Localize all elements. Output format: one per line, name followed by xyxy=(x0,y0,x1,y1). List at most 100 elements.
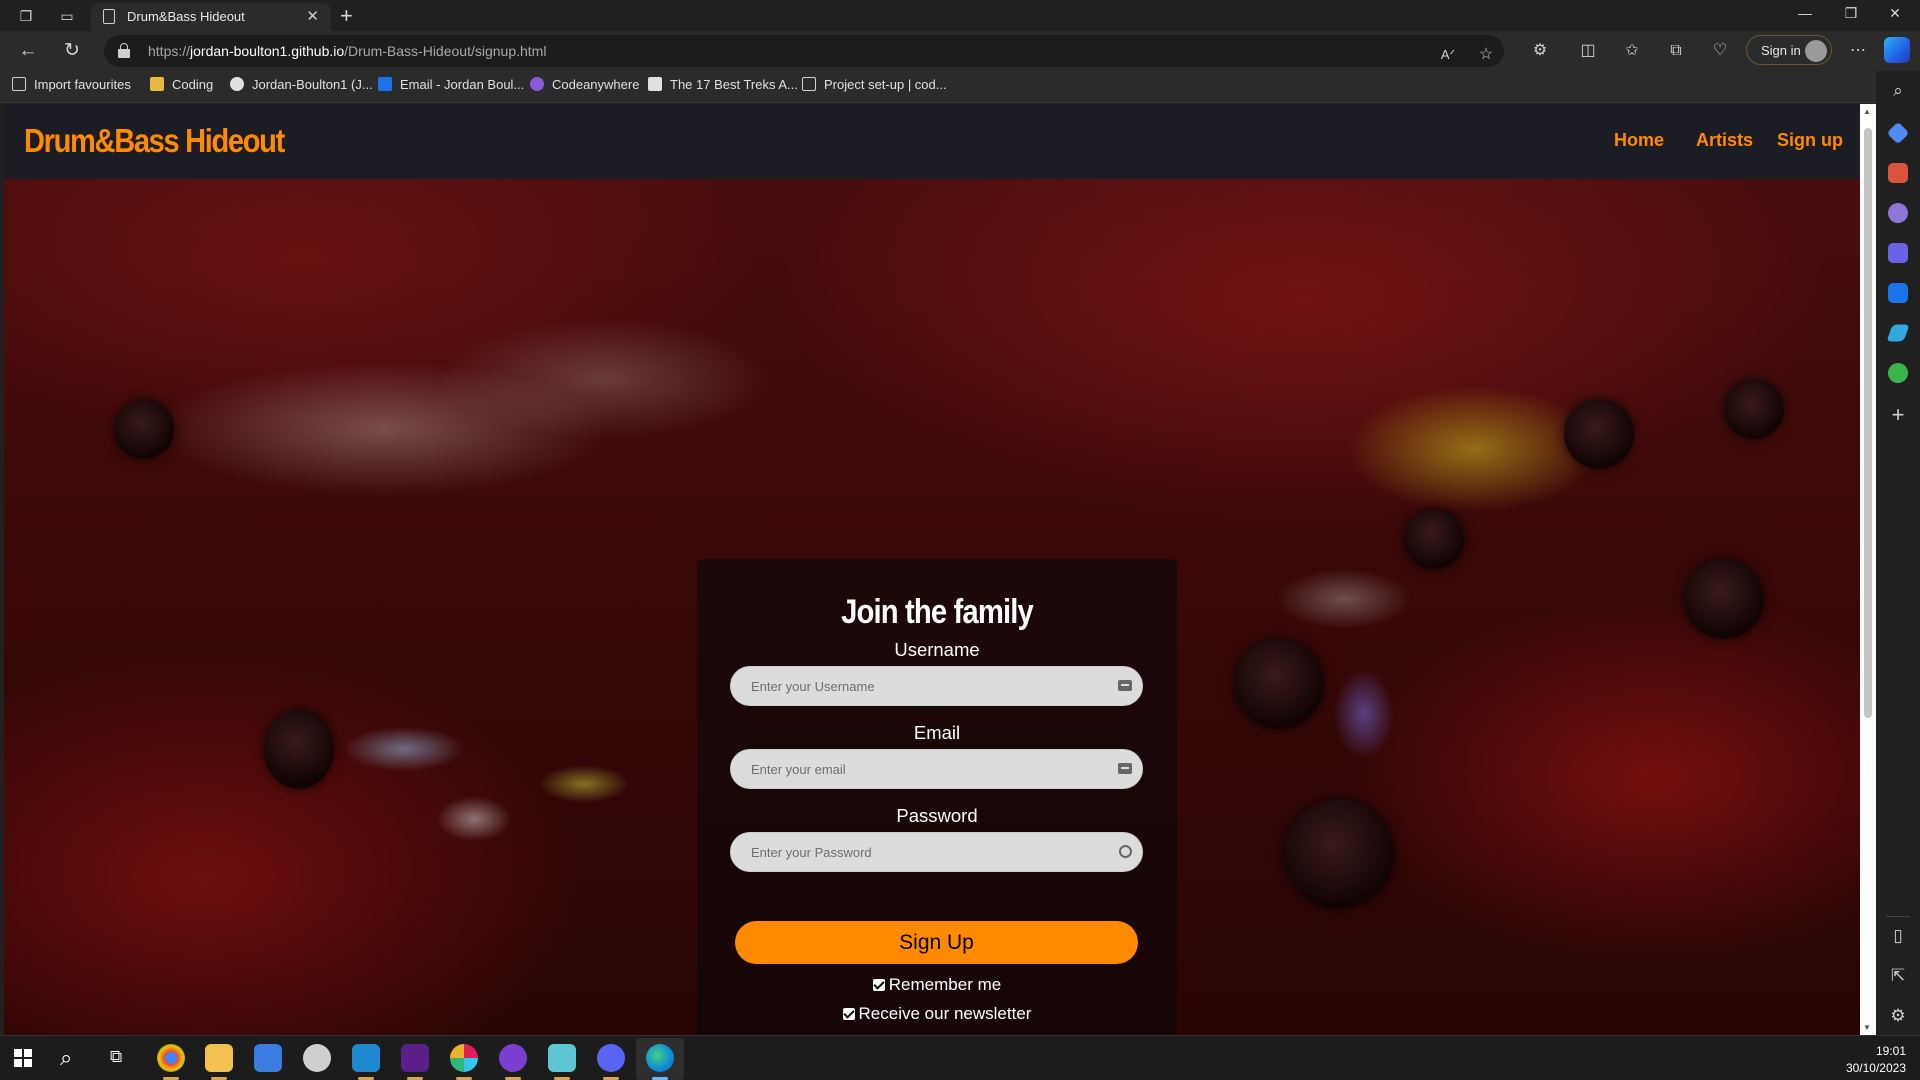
games-icon[interactable] xyxy=(1888,203,1908,223)
scrollbar-thumb[interactable] xyxy=(1864,128,1872,718)
copilot-icon[interactable] xyxy=(1884,37,1910,63)
fav-github[interactable]: Jordan-Boulton1 (J... xyxy=(230,77,373,97)
site-logo[interactable]: Drum&Bass Hideout xyxy=(24,122,285,160)
settings-gear-icon[interactable]: ⚙ xyxy=(1888,1006,1908,1026)
avatar xyxy=(1805,40,1827,62)
address-bar[interactable]: https://jordan-boulton1.github.io/Drum-B… xyxy=(104,35,1504,67)
lock-icon[interactable] xyxy=(118,43,130,58)
windows-start-icon[interactable] xyxy=(14,1049,32,1067)
minimize-icon[interactable]: — xyxy=(1790,5,1820,21)
more-options-icon[interactable]: ⋯ xyxy=(1846,39,1870,63)
autofill-icon[interactable] xyxy=(1118,680,1132,691)
discord-icon[interactable] xyxy=(597,1044,625,1072)
back-icon[interactable]: ← xyxy=(16,39,40,63)
close-window-icon[interactable]: ✕ xyxy=(1880,5,1910,22)
fav-email[interactable]: Email - Jordan Boul... xyxy=(378,77,524,97)
add-icon[interactable]: + xyxy=(1888,404,1908,426)
tools-icon[interactable] xyxy=(1888,163,1908,183)
restore-icon[interactable]: ❐ xyxy=(1836,5,1866,22)
microsoft-store-icon[interactable] xyxy=(254,1044,282,1072)
extensions-icon[interactable]: ⚙ xyxy=(1528,39,1552,63)
newsletter-label[interactable]: Receive our newsletter xyxy=(859,1004,1032,1023)
tab-actions-icon[interactable]: ▭ xyxy=(57,6,77,26)
clock-date: 30/10/2023 xyxy=(1845,1061,1906,1075)
copilot-sidebar-icon[interactable] xyxy=(1888,243,1908,263)
password-input[interactable] xyxy=(731,833,1101,871)
edge-icon[interactable] xyxy=(646,1044,674,1072)
favourites-bar: Import favourites Coding Jordan-Boulton1… xyxy=(0,71,1920,103)
chrome-icon[interactable] xyxy=(157,1044,185,1072)
mixer-knob xyxy=(1564,399,1634,469)
folder-icon xyxy=(150,77,164,91)
nav-sign-up[interactable]: Sign up xyxy=(1777,130,1843,151)
mixer-knob xyxy=(1284,799,1394,909)
system-clock[interactable]: 19:01 30/10/2023 xyxy=(1846,1043,1906,1077)
task-view-icon[interactable]: ⧉ xyxy=(110,1047,122,1067)
mixer-knob xyxy=(1234,639,1324,729)
email-input[interactable] xyxy=(731,750,1101,788)
app-icon[interactable] xyxy=(303,1044,331,1072)
mixer-knob xyxy=(1724,379,1784,439)
fav-codeanywhere[interactable]: Codeanywhere xyxy=(530,77,639,97)
form-title: Join the family xyxy=(841,593,1034,631)
newsletter-checkbox[interactable] xyxy=(842,1008,855,1020)
remember-me-checkbox[interactable] xyxy=(872,979,885,991)
import-icon xyxy=(12,77,26,91)
read-aloud-icon[interactable]: Aᐟ xyxy=(1436,43,1460,67)
notepad-icon[interactable] xyxy=(548,1044,576,1072)
workspaces-icon[interactable]: ❐ xyxy=(16,6,36,26)
page-viewport: Drum&Bass Hideout Home Artists Sign up J… xyxy=(4,104,1860,1035)
collections-icon[interactable]: ⧉ xyxy=(1664,39,1688,63)
username-field-wrapper xyxy=(730,666,1143,706)
file-explorer-icon[interactable] xyxy=(205,1044,233,1072)
remember-me-row: Remember me xyxy=(697,975,1177,995)
email-label: Email xyxy=(913,722,961,743)
profile-sign-in-button[interactable]: Sign in xyxy=(1746,35,1832,65)
open-external-icon[interactable]: ⇱ xyxy=(1888,966,1908,986)
sign-up-button[interactable]: Sign Up xyxy=(735,921,1138,964)
search-icon[interactable]: ⌕ xyxy=(1888,81,1908,101)
slack-icon[interactable] xyxy=(450,1044,478,1072)
github-icon xyxy=(230,77,244,91)
fav-best-treks[interactable]: The 17 Best Treks A... xyxy=(648,77,798,97)
split-screen-icon[interactable]: ◫ xyxy=(1576,39,1600,63)
mixer-knob xyxy=(1404,509,1464,569)
password-key-icon[interactable] xyxy=(1119,845,1132,858)
shopping-tag-icon[interactable] xyxy=(1886,121,1910,145)
browser-essentials-icon[interactable]: ♡ xyxy=(1708,39,1732,63)
github-desktop-icon[interactable] xyxy=(499,1044,527,1072)
hide-sidebar-icon[interactable]: ▯ xyxy=(1888,926,1908,946)
password-label: Password xyxy=(896,805,978,826)
autofill-icon[interactable] xyxy=(1118,763,1132,774)
page-icon xyxy=(648,77,662,91)
nav-artists[interactable]: Artists xyxy=(1696,130,1753,151)
outlook-icon[interactable] xyxy=(1888,283,1908,303)
favourite-star-icon[interactable]: ☆ xyxy=(1474,43,1498,67)
url-text[interactable]: https://jordan-boulton1.github.io/Drum-B… xyxy=(148,43,546,59)
refresh-icon[interactable]: ↻ xyxy=(60,39,84,63)
nzxt-icon[interactable] xyxy=(401,1044,429,1072)
vscode-icon[interactable] xyxy=(352,1044,380,1072)
send-icon[interactable] xyxy=(1886,324,1910,342)
page-icon xyxy=(802,77,816,91)
search-icon[interactable]: ⌕ xyxy=(60,1045,72,1071)
new-tab-icon[interactable]: + xyxy=(340,3,353,29)
page-scrollbar[interactable]: ▲ ▼ xyxy=(1860,104,1876,1035)
outlook-icon xyxy=(378,77,392,91)
hero-background-dj-mixer: Join the family Username Email Password … xyxy=(4,179,1860,1035)
tree-icon[interactable] xyxy=(1888,363,1908,383)
scroll-up-icon[interactable]: ▲ xyxy=(1863,107,1871,116)
username-input[interactable] xyxy=(731,667,1101,705)
remember-me-label[interactable]: Remember me xyxy=(889,975,1001,994)
scroll-down-icon[interactable]: ▼ xyxy=(1863,1023,1871,1032)
close-tab-icon[interactable]: ✕ xyxy=(306,7,319,25)
divider xyxy=(1886,916,1910,917)
fav-project-setup[interactable]: Project set-up | cod... xyxy=(802,77,947,97)
fav-coding-folder[interactable]: Coding xyxy=(150,77,213,97)
site-header: Drum&Bass Hideout Home Artists Sign up xyxy=(4,104,1860,179)
newsletter-row: Receive our newsletter xyxy=(697,1004,1177,1024)
favourites-icon[interactable]: ✩ xyxy=(1620,39,1644,63)
fav-import-favourites[interactable]: Import favourites xyxy=(12,77,131,97)
browser-tab[interactable]: Drum&Bass Hideout ✕ xyxy=(91,3,331,31)
nav-home[interactable]: Home xyxy=(1614,130,1664,151)
